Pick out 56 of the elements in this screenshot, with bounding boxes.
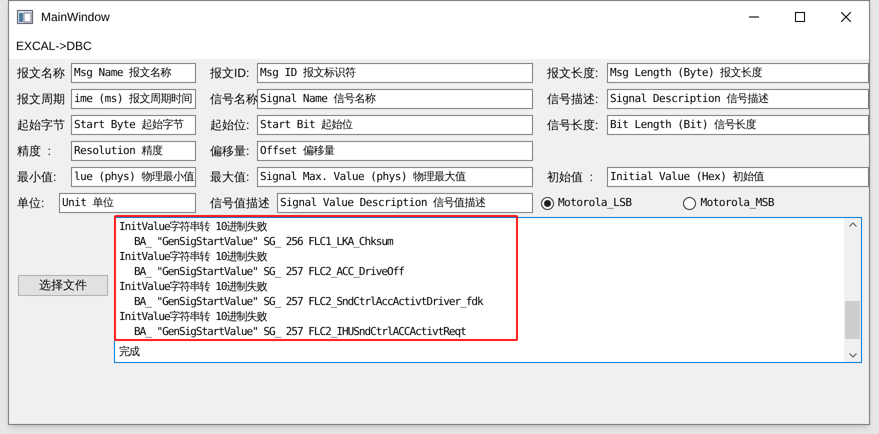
text-field[interactable]: Offset 偏移量: [257, 141, 533, 161]
text-field[interactable]: Signal Description 信号描述: [607, 89, 869, 109]
text-field[interactable]: Initial Value (Hex) 初始值: [607, 167, 869, 187]
log-line: 完成: [119, 344, 140, 359]
text-field[interactable]: Resolution 精度: [71, 141, 196, 161]
maximize-icon[interactable]: [795, 12, 805, 22]
log-line: InitValue字符串转 10进制失败: [119, 219, 268, 234]
scroll-down-icon[interactable]: [848, 353, 856, 358]
radio-button[interactable]: [541, 196, 554, 210]
log-line: InitValue字符串转 10进制失败: [119, 249, 268, 264]
text-field[interactable]: Start Byte 起始字节: [71, 115, 196, 135]
field-label: 信号名称: [210, 91, 257, 108]
log-line: BA_ "GenSigStartValue" SG_ 257 FLC2_SndCtrlAccActivtDriver_fdk: [133, 294, 484, 309]
field-label: 信号长度:: [547, 117, 600, 134]
field-label: 精度 :: [17, 143, 52, 160]
log-line: InitValue字符串转 10进制失败: [119, 309, 268, 324]
log-line: BA_ "GenSigStartValue" SG_ 257 FLC2_IHUSndCtrlACCActivtReqt: [133, 324, 467, 339]
radio-label: Motorola_LSB: [558, 194, 632, 211]
field-label: 起始位:: [210, 117, 250, 134]
text-field[interactable]: Signal Max. Value (phys) 物理最大值: [257, 167, 533, 187]
window-title: MainWindow: [41, 9, 110, 26]
field-label: 最小值:: [17, 169, 58, 186]
text-field[interactable]: Msg Name 报文名称: [71, 63, 196, 83]
field-label: 最大值:: [210, 169, 250, 186]
text-field[interactable]: Msg Length (Byte) 报文长度: [607, 63, 869, 83]
scroll-up-icon[interactable]: [848, 222, 856, 227]
field-label: 起始字节: [17, 117, 66, 134]
close-icon[interactable]: [841, 12, 851, 22]
log-line: BA_ "GenSigStartValue" SG_ 257 FLC2_ACC_DriveOff: [133, 264, 405, 279]
text-field[interactable]: Msg ID 报文标识符: [257, 63, 533, 83]
text-field[interactable]: Unit 单位: [59, 193, 196, 213]
field-label: 报文ID:: [210, 65, 250, 82]
menu-item[interactable]: EXCAL->DBC: [15, 37, 93, 55]
field-label: 初始值 :: [547, 169, 594, 186]
log-line: InitValue字符串转 10进制失败: [119, 279, 268, 294]
scroll-thumb[interactable]: [845, 301, 860, 339]
text-field[interactable]: lue (phys) 物理最小值: [71, 167, 196, 187]
text-field[interactable]: ime (ms) 报文周期时间: [71, 89, 196, 109]
field-label: 信号描述:: [547, 91, 600, 108]
field-label: 信号值描述: [210, 195, 271, 212]
field-label: 报文周期: [17, 91, 66, 108]
log-line: BA_ "GenSigStartValue" SG_ 256 FLC1_LKA_Chksum: [133, 234, 394, 249]
scrollbar[interactable]: [844, 218, 861, 362]
radio-button[interactable]: [683, 196, 696, 210]
text-field[interactable]: Start Bit 起始位: [257, 115, 533, 135]
field-label: 报文名称: [17, 65, 66, 82]
app-icon: [17, 10, 33, 24]
radio-label: Motorola_MSB: [700, 194, 774, 211]
text-field[interactable]: Signal Name 信号名称: [257, 89, 533, 109]
choose-file-button[interactable]: 选择文件: [18, 274, 108, 296]
text-field[interactable]: Signal Value Description 信号值描述: [277, 193, 533, 213]
field-label: 单位:: [17, 195, 46, 212]
text-field[interactable]: Bit Length (Bit) 信号长度: [607, 115, 869, 135]
field-label: 偏移量:: [210, 143, 250, 160]
field-label: 报文长度:: [547, 65, 600, 82]
log-text-area[interactable]: [114, 217, 862, 363]
